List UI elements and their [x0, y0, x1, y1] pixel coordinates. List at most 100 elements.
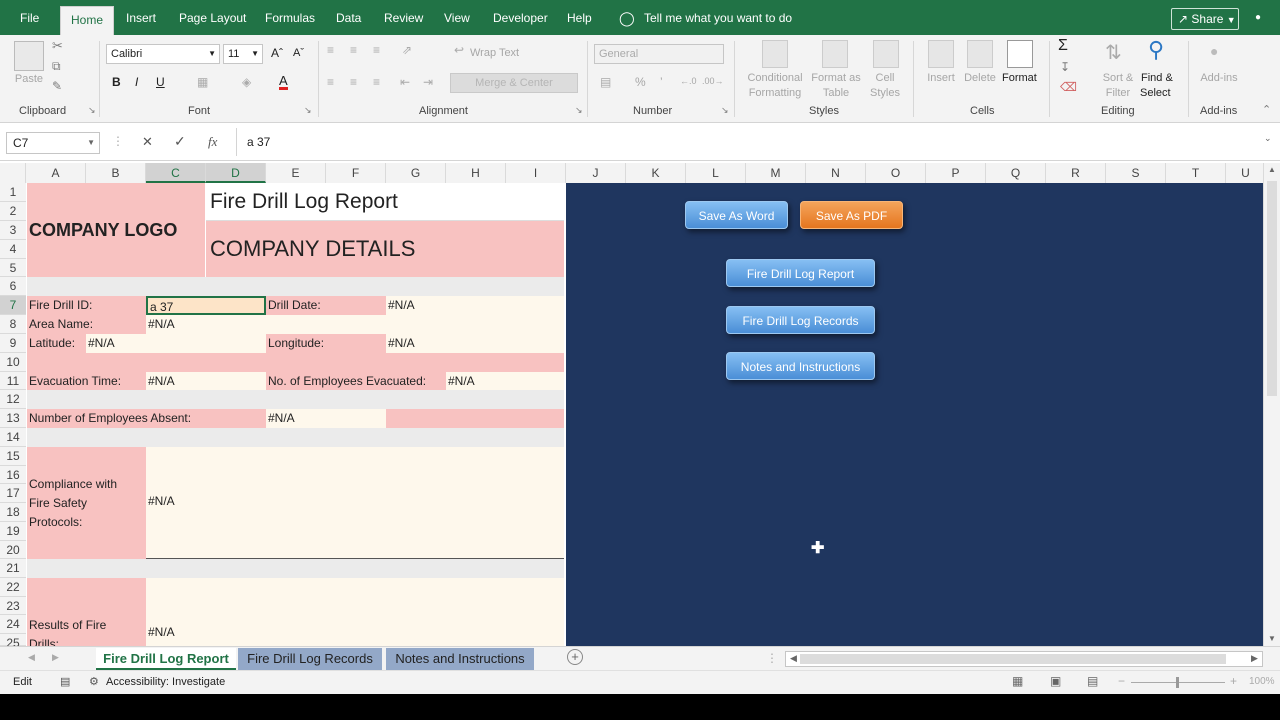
employees-evacuated-value[interactable]: #N/A	[446, 372, 564, 390]
sort-filter-label-2[interactable]: Filter	[1098, 87, 1138, 99]
scroll-left-icon[interactable]: ◀	[790, 653, 797, 664]
find-select-label-1[interactable]: Find &	[1141, 72, 1173, 84]
column-header-q[interactable]: Q	[986, 163, 1046, 183]
area-name-value[interactable]: #N/A	[146, 315, 564, 334]
report-title-cell[interactable]: Fire Drill Log Report	[206, 183, 564, 221]
delete-cells-label[interactable]: Delete	[961, 72, 999, 84]
column-header-c[interactable]: C	[146, 163, 206, 183]
tab-help[interactable]: Help	[567, 0, 592, 35]
row-header-13[interactable]: 13	[0, 409, 26, 428]
tell-me-search[interactable]: Tell me what you want to do	[644, 0, 792, 35]
tab-review[interactable]: Review	[384, 0, 423, 35]
h-scroll-thumb[interactable]	[800, 654, 1226, 664]
percent-icon[interactable]: %	[635, 75, 646, 89]
column-header-i[interactable]: I	[506, 163, 566, 183]
compliance-value[interactable]: #N/A	[146, 447, 564, 559]
font-name-select[interactable]: Calibri ▼	[106, 44, 220, 64]
tab-file[interactable]: File	[20, 0, 39, 35]
clear-icon[interactable]: ⌫	[1060, 80, 1077, 94]
fire-drill-log-report-button[interactable]: Fire Drill Log Report	[726, 259, 875, 287]
decrease-font-icon[interactable]: Aˇ	[293, 47, 304, 59]
decrease-indent-icon[interactable]: ⇤	[400, 75, 410, 89]
save-as-word-button[interactable]: Save As Word	[685, 201, 788, 229]
cell-styles-label-2[interactable]: Styles	[862, 87, 908, 99]
dialog-launcher-icon[interactable]: ↘	[721, 105, 729, 116]
italic-button[interactable]: I	[135, 75, 138, 89]
column-header-d[interactable]: D	[206, 163, 266, 183]
dialog-launcher-icon[interactable]: ↘	[575, 105, 583, 116]
select-all-corner[interactable]	[0, 163, 26, 183]
merge-center-button[interactable]: Merge & Center	[450, 73, 578, 93]
row-header-12[interactable]: 12	[0, 390, 26, 409]
tab-home[interactable]: Home	[60, 6, 115, 35]
row-header-15[interactable]: 15	[0, 447, 26, 466]
row-header-18[interactable]: 18	[0, 503, 26, 522]
vertical-scrollbar[interactable]: ▲ ▼	[1263, 163, 1280, 646]
sort-filter-icon[interactable]: ⇅	[1105, 40, 1122, 65]
column-header-j[interactable]: J	[566, 163, 626, 183]
employees-absent-value[interactable]: #N/A	[266, 409, 386, 428]
column-header-s[interactable]: S	[1106, 163, 1166, 183]
column-header-t[interactable]: T	[1166, 163, 1226, 183]
column-header-b[interactable]: B	[86, 163, 146, 183]
tab-data[interactable]: Data	[336, 0, 361, 35]
column-header-p[interactable]: P	[926, 163, 986, 183]
prev-sheet-icon[interactable]: ◀	[28, 652, 35, 663]
column-header-h[interactable]: H	[446, 163, 506, 183]
tab-developer[interactable]: Developer	[493, 0, 548, 35]
decrease-decimal-icon[interactable]: .00→	[702, 76, 724, 86]
cut-icon[interactable]: ✂	[52, 38, 63, 54]
row-header-19[interactable]: 19	[0, 522, 26, 541]
accounting-format-icon[interactable]: ▤	[600, 75, 611, 89]
row-header-17[interactable]: 17	[0, 484, 26, 503]
delete-cells-icon[interactable]	[967, 40, 993, 68]
add-ins-icon[interactable]: ●	[1210, 43, 1218, 59]
row-header-16[interactable]: 16	[0, 466, 26, 484]
paste-icon[interactable]	[14, 41, 44, 71]
feedback-icon[interactable]: ●	[1255, 0, 1261, 35]
format-as-table-icon[interactable]	[822, 40, 848, 68]
fire-drill-id-input[interactable]: a 37	[146, 296, 266, 315]
find-select-label-2[interactable]: Select	[1140, 87, 1171, 99]
conditional-formatting-label-2[interactable]: Formatting	[742, 87, 808, 99]
zoom-out-icon[interactable]: −	[1118, 674, 1125, 688]
column-header-r[interactable]: R	[1046, 163, 1106, 183]
accessibility-icon[interactable]: ⚙	[89, 675, 99, 688]
comma-style-icon[interactable]: ’	[660, 75, 663, 89]
sheet-tab-notes[interactable]: Notes and Instructions	[386, 648, 534, 670]
tab-page-layout[interactable]: Page Layout	[179, 0, 246, 35]
column-header-a[interactable]: A	[26, 163, 86, 183]
cancel-icon[interactable]: ✕	[142, 134, 153, 150]
copy-icon[interactable]: ⧉	[52, 59, 61, 74]
sort-filter-label-1[interactable]: Sort &	[1098, 72, 1138, 84]
row-header-5[interactable]: 5	[0, 259, 26, 277]
column-header-l[interactable]: L	[686, 163, 746, 183]
align-center-icon[interactable]: ≡	[350, 75, 357, 89]
row-header-8[interactable]: 8	[0, 315, 26, 334]
row-header-14[interactable]: 14	[0, 428, 26, 447]
format-as-table-label-1[interactable]: Format as	[810, 72, 862, 84]
conditional-formatting-icon[interactable]	[762, 40, 788, 68]
latitude-value[interactable]: #N/A	[86, 334, 266, 353]
dialog-launcher-icon[interactable]: ↘	[304, 105, 312, 116]
evacuation-time-value[interactable]: #N/A	[146, 372, 266, 390]
column-header-o[interactable]: O	[866, 163, 926, 183]
row-header-6[interactable]: 6	[0, 277, 26, 296]
page-break-view-icon[interactable]: ▤	[1087, 674, 1098, 688]
insert-function-icon[interactable]: fx	[208, 134, 217, 150]
tab-view[interactable]: View	[444, 0, 470, 35]
row-header-22[interactable]: 22	[0, 578, 26, 597]
column-header-m[interactable]: M	[746, 163, 806, 183]
underline-button[interactable]: U	[156, 75, 165, 89]
company-details-cell[interactable]: COMPANY DETAILS	[206, 221, 564, 277]
scroll-right-icon[interactable]: ▶	[1251, 653, 1258, 664]
wrap-text-button[interactable]: Wrap Text	[470, 47, 519, 59]
format-cells-icon[interactable]	[1007, 40, 1033, 68]
add-ins-button[interactable]: Add-ins	[1196, 72, 1242, 84]
conditional-formatting-label-1[interactable]: Conditional	[742, 72, 808, 84]
scroll-up-icon[interactable]: ▲	[1268, 165, 1276, 174]
worksheet-grid[interactable]: A B C D E F G H I J K L M N O P Q R S T …	[0, 161, 1280, 646]
cell-styles-icon[interactable]	[873, 40, 899, 68]
longitude-value[interactable]: #N/A	[386, 334, 564, 353]
column-header-f[interactable]: F	[326, 163, 386, 183]
